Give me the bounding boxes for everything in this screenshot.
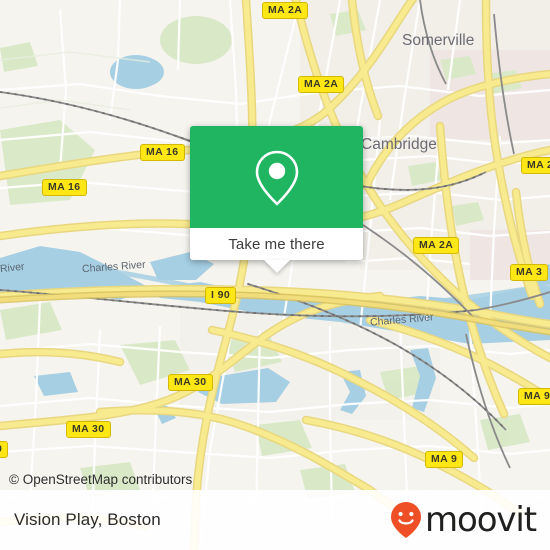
place-label-cambridge: Cambridge (361, 136, 437, 153)
bottom-bar: Vision Play, Boston moovit (0, 490, 550, 550)
callout-pointer (263, 260, 290, 273)
location-title: Vision Play, Boston (14, 510, 161, 529)
road-shield-ma28: MA 28 (521, 157, 550, 174)
moovit-wordmark: moovit (424, 500, 537, 540)
road-shield-partial-left: 0 (0, 441, 9, 458)
map-screen: Somerville Cambridge River Charles River… (0, 0, 550, 550)
road-shield-ma16-west: MA 16 (42, 179, 87, 196)
place-label-somerville: Somerville (402, 32, 475, 49)
water-label-river-left: River (0, 260, 26, 276)
destination-callout-card[interactable]: Take me there (190, 126, 363, 273)
map-canvas[interactable]: Somerville Cambridge River Charles River… (0, 0, 550, 550)
take-me-there-button[interactable]: Take me there (190, 228, 363, 273)
road-shield-ma2a-north: MA 2A (262, 2, 309, 19)
road-shield-ma30-west: MA 30 (66, 421, 111, 438)
road-shield-ma9-south: MA 9 (425, 451, 464, 468)
road-shield-ma2a-cambridge: MA 2A (413, 237, 460, 254)
road-shield-i90: I 90 (205, 287, 237, 304)
osm-attribution[interactable]: © OpenStreetMap contributors (9, 472, 192, 487)
moovit-brand[interactable]: moovit (389, 500, 537, 540)
road-shield-ma9-east: MA 9 (518, 388, 550, 405)
map-pin-icon (255, 150, 298, 206)
road-shield-ma30-east: MA 30 (168, 374, 213, 391)
road-shield-ma16-east: MA 16 (140, 144, 185, 161)
road-shield-ma3: MA 3 (510, 264, 549, 281)
take-me-there-label: Take me there (228, 235, 325, 253)
card-pin-area (190, 126, 363, 228)
road-shield-ma2a-upper: MA 2A (298, 76, 345, 93)
moovit-smiley-pin-icon (390, 502, 421, 538)
